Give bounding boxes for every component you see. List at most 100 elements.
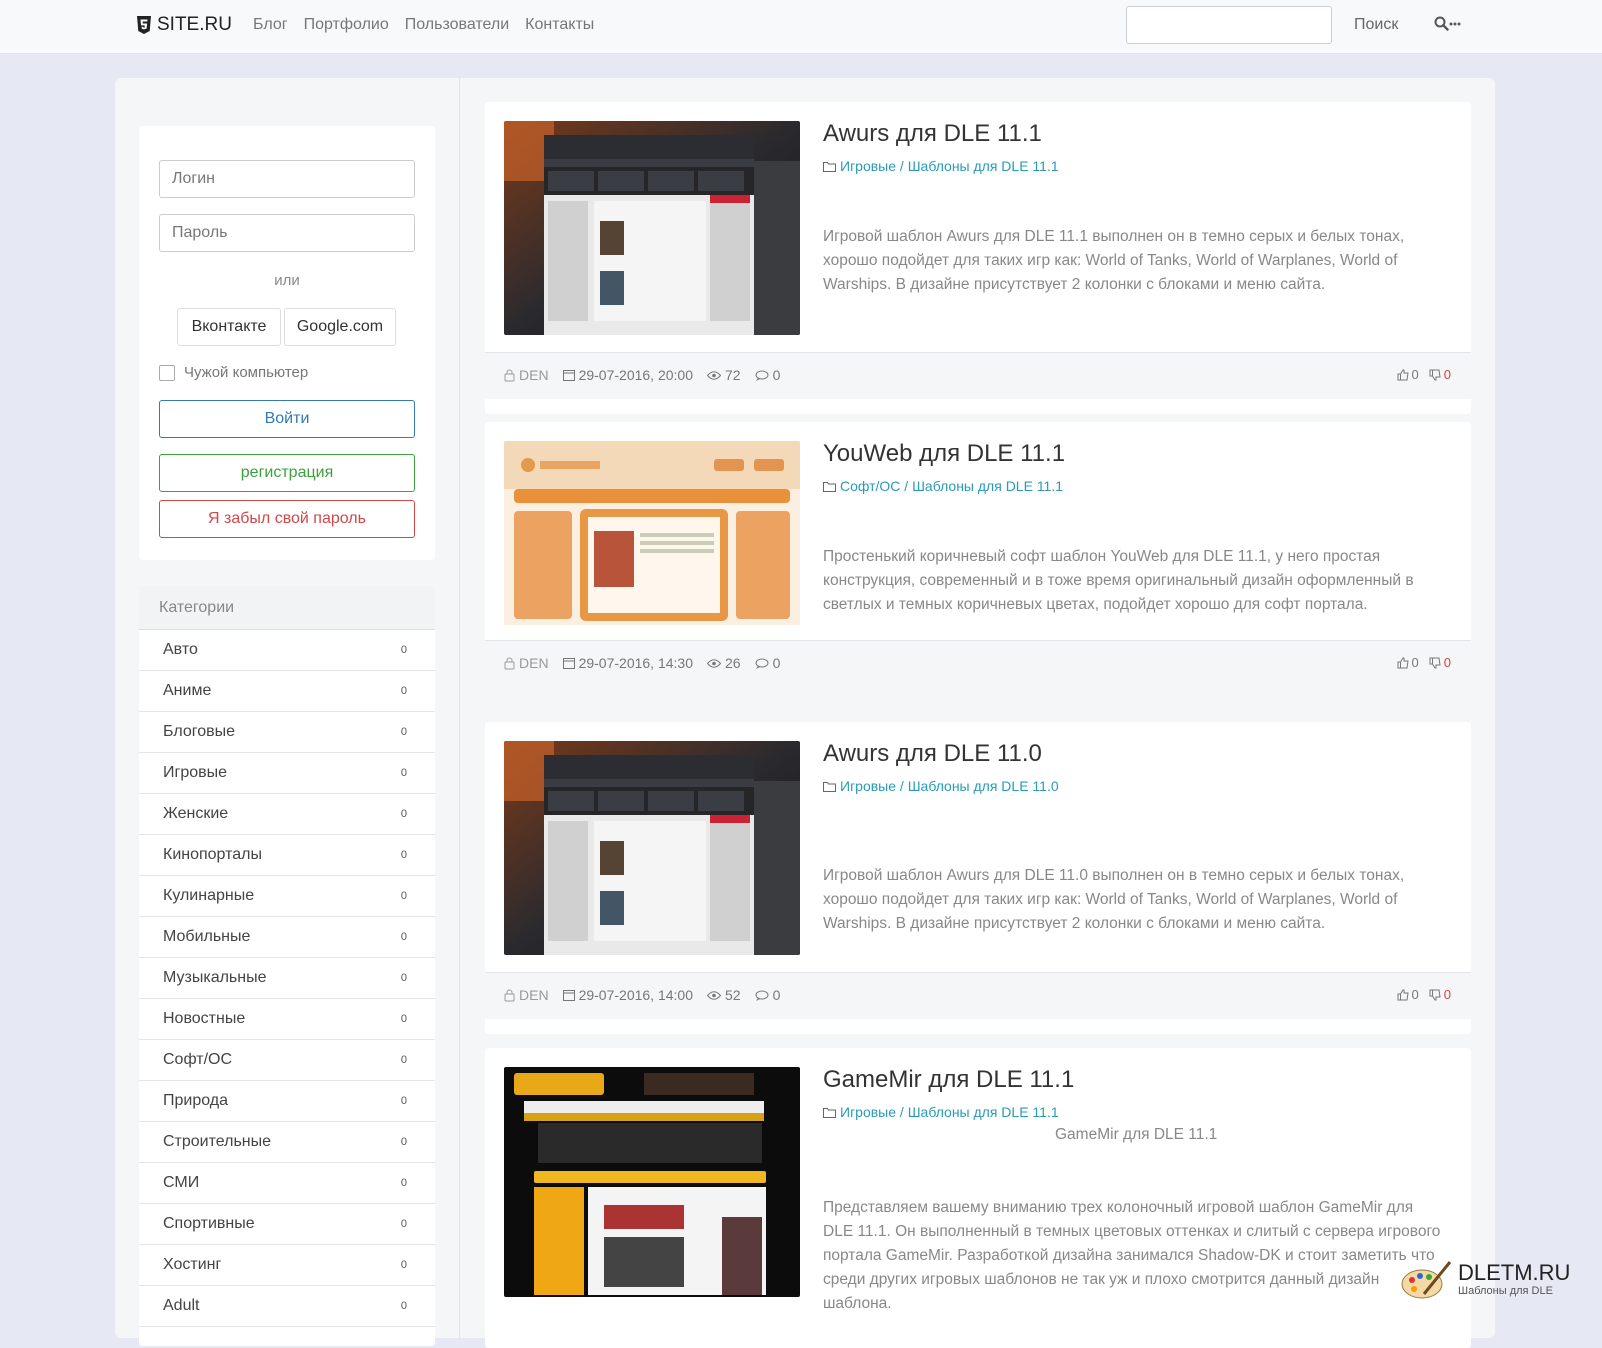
comments-count: 0 [772,987,781,1003]
nav-link-blog[interactable]: Блог [253,16,288,34]
post-author[interactable]: DEN [504,367,551,383]
category-item[interactable]: Авто 0 [139,630,435,671]
author-name: DEN [519,987,549,1003]
post-author[interactable]: DEN [504,987,551,1003]
eye-icon [707,658,721,668]
category-item[interactable]: Новостные 0 [139,999,435,1040]
nav-link-users[interactable]: Пользователи [405,16,509,34]
post-category-link[interactable]: Софт/ОС / Шаблоны для DLE 11.1 [840,478,1063,494]
thumbs-down-icon [1429,369,1441,380]
post-comments[interactable]: 0 [755,987,783,1003]
category-item[interactable]: Мобильные 0 [139,917,435,958]
category-count: 0 [400,685,407,697]
category-label: Софт/ОС [163,1051,233,1068]
brand-logo[interactable]: SITE.RU [137,14,232,36]
search-input[interactable] [1126,6,1332,44]
post-category[interactable]: Софт/ОС / Шаблоны для DLE 11.1 [823,478,1063,494]
post-title[interactable]: YouWeb для DLE 11.1 [823,440,1065,468]
thumbnail-image [504,741,800,955]
thumbs-up-icon [1397,369,1409,380]
like-button[interactable]: 0 [1397,987,1419,1002]
category-count: 0 [400,1300,407,1312]
category-count: 0 [400,1054,407,1066]
more-icon [1449,22,1461,25]
login-box: Логин Пароль или Вконтакте Google.com Чу… [139,126,435,560]
post-footer: DEN 29-07-2016, 20:00 72 0 0 0 [485,352,1471,399]
search-button[interactable]: Поиск [1354,16,1398,34]
dislike-button[interactable]: 0 [1429,987,1451,1002]
extended-search-button[interactable] [1434,16,1461,31]
like-button[interactable]: 0 [1397,655,1419,670]
category-item[interactable]: Блоговые 0 [139,712,435,753]
register-button[interactable]: регистрация [159,454,415,492]
post-thumbnail[interactable] [504,1067,800,1297]
category-item[interactable]: Спортивные 0 [139,1204,435,1245]
category-count: 0 [400,1177,407,1189]
category-item[interactable]: Строительные 0 [139,1122,435,1163]
dislike-button[interactable]: 0 [1429,655,1451,670]
login-button[interactable]: Войти [159,400,415,438]
vk-login-button[interactable]: Вконтакте [177,308,281,346]
post-title[interactable]: Awurs для DLE 11.0 [823,740,1042,768]
nav-link-contacts[interactable]: Контакты [525,16,594,34]
post-category[interactable]: Игровые / Шаблоны для DLE 11.1 [823,158,1059,174]
author-name: DEN [519,655,549,671]
category-item[interactable]: Женские 0 [139,794,435,835]
google-login-button[interactable]: Google.com [284,308,396,346]
category-item[interactable]: Игровые 0 [139,753,435,794]
post-date: 29-07-2016, 14:00 [562,987,695,1003]
post-thumbnail[interactable] [504,441,800,625]
calendar-icon [562,990,575,1001]
views-count: 52 [725,987,741,1003]
category-count: 0 [400,808,407,820]
login-field[interactable]: Логин [159,160,415,198]
thumbs-up-icon [1397,657,1409,668]
post-thumbnail[interactable] [504,741,800,955]
post-author[interactable]: DEN [504,655,551,671]
category-label: Кулинарные [163,887,255,904]
post-category[interactable]: Игровые / Шаблоны для DLE 11.1 [823,1104,1059,1120]
post-thumbnail[interactable] [504,121,800,335]
dislike-button[interactable]: 0 [1429,367,1451,382]
foreign-pc-checkbox[interactable] [159,364,175,381]
category-item[interactable]: Кулинарные 0 [139,876,435,917]
foreign-pc-row[interactable]: Чужой компьютер [159,364,308,381]
views-count: 72 [725,367,741,383]
category-item[interactable]: Аниме 0 [139,671,435,712]
like-button[interactable]: 0 [1397,367,1419,382]
category-item[interactable]: Природа 0 [139,1081,435,1122]
post-title[interactable]: GameMir для DLE 11.1 [823,1066,1074,1094]
user-icon [504,369,515,381]
category-label: Строительные [163,1133,272,1150]
category-item[interactable]: СМИ 0 [139,1163,435,1204]
category-count: 0 [400,890,407,902]
post-category[interactable]: Игровые / Шаблоны для DLE 11.0 [823,778,1059,794]
category-label: СМИ [163,1174,200,1191]
forgot-password-button[interactable]: Я забыл свой пароль [159,500,415,538]
category-count: 0 [400,1095,407,1107]
post-comments[interactable]: 0 [755,367,783,383]
category-item[interactable]: Софт/ОС 0 [139,1040,435,1081]
category-item[interactable]: Музыкальные 0 [139,958,435,999]
nav-link-portfolio[interactable]: Портфолио [304,16,389,34]
search-icon [1434,16,1449,31]
password-field[interactable]: Пароль [159,214,415,252]
folder-icon [823,481,836,492]
folder-icon [823,161,836,172]
post-category-link[interactable]: Игровые / Шаблоны для DLE 11.0 [840,778,1059,794]
foreign-pc-label: Чужой компьютер [184,364,309,381]
category-label: Аниме [163,682,212,699]
category-label: Хостинг [163,1256,222,1273]
post-category-link[interactable]: Игровые / Шаблоны для DLE 11.1 [840,158,1059,174]
post-title[interactable]: Awurs для DLE 11.1 [823,120,1042,148]
category-item[interactable]: Кинопорталы 0 [139,835,435,876]
category-count: 0 [400,726,407,738]
post-category-link[interactable]: Игровые / Шаблоны для DLE 11.1 [840,1104,1059,1120]
category-item[interactable]: Хостинг 0 [139,1245,435,1286]
or-label: или [274,272,300,289]
post-comments[interactable]: 0 [755,655,783,671]
category-item[interactable]: Adult 0 [139,1286,435,1327]
navbar: SITE.RU Блог Портфолио Пользователи Конт… [0,0,1602,54]
html5-icon [137,16,151,34]
post-excerpt: Игровой шаблон Awurs для DLE 11.0 выполн… [823,867,1405,932]
